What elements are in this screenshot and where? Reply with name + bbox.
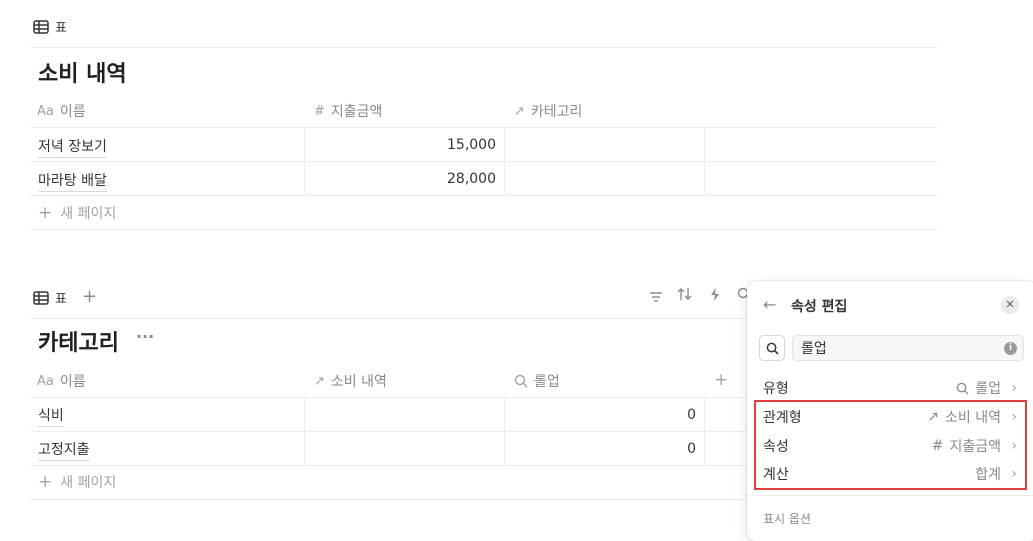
more-options-icon[interactable]: ···	[136, 327, 154, 346]
table-row-name[interactable]: 저녁 장보기	[38, 136, 107, 158]
table-cell-amount[interactable]: 28,000	[306, 171, 496, 187]
column-header-expenses[interactable]: ↗ 소비 내역	[314, 371, 387, 391]
divider	[30, 47, 937, 48]
display-options-heading: 표시 옵션	[763, 512, 811, 526]
relation-arrow-icon: ↗	[314, 373, 325, 389]
back-arrow-icon[interactable]: ←	[763, 295, 776, 314]
row-divider	[30, 127, 937, 128]
table-row-name[interactable]: 고정지출	[38, 439, 90, 461]
row-divider	[30, 229, 937, 230]
plus-icon: +	[38, 203, 53, 223]
panel-title: 속성 편집	[791, 299, 848, 315]
view-tab-label: 표	[55, 21, 67, 36]
new-page-button[interactable]: + 새 페이지	[38, 472, 116, 492]
view-tab-table-2[interactable]: 표	[33, 288, 67, 307]
divider	[747, 495, 1033, 496]
column-divider	[504, 127, 505, 195]
row-divider	[30, 195, 937, 196]
text-type-icon: Aa	[37, 103, 54, 119]
row-divider	[30, 465, 750, 466]
table-icon	[33, 290, 49, 305]
highlight-box	[754, 400, 1027, 490]
rollup-search-icon	[514, 374, 528, 388]
row-divider	[30, 397, 750, 398]
view-tab-table-1[interactable]: 표	[33, 17, 67, 36]
table-cell-amount[interactable]: 15,000	[306, 137, 496, 153]
table-cell-rollup[interactable]: 0	[506, 441, 696, 457]
column-header-name[interactable]: Aa 이름	[37, 101, 86, 121]
table-row-name[interactable]: 마라탕 배달	[38, 170, 107, 192]
property-type-value: 롤업	[975, 381, 1001, 397]
column-divider	[504, 397, 505, 465]
chevron-right-icon: ›	[1011, 380, 1017, 396]
filter-icon[interactable]	[649, 289, 663, 307]
text-type-icon: Aa	[37, 373, 54, 389]
table-icon	[33, 19, 49, 34]
lightning-icon[interactable]	[709, 287, 721, 306]
close-icon[interactable]: ✕	[1001, 296, 1019, 314]
add-property-plus-icon[interactable]: +	[714, 370, 728, 390]
new-page-button[interactable]: + 새 페이지	[38, 203, 116, 223]
sort-icon[interactable]	[677, 287, 693, 305]
column-header-rollup[interactable]: 롤업	[514, 371, 560, 391]
column-divider	[704, 127, 705, 195]
row-divider	[30, 431, 750, 432]
database-title[interactable]: 카테고리	[38, 325, 119, 357]
view-tab-label: 표	[55, 292, 67, 307]
property-type-button[interactable]	[759, 335, 785, 361]
property-row-type[interactable]: 유형 롤업 ›	[753, 374, 1025, 402]
divider	[30, 318, 750, 319]
table-row-name[interactable]: 식비	[38, 405, 64, 427]
relation-arrow-icon: ↗	[514, 103, 525, 119]
search-icon	[766, 342, 779, 355]
property-name-input[interactable]	[792, 335, 1024, 361]
database-title[interactable]: 소비 내역	[38, 56, 127, 88]
column-header-name[interactable]: Aa 이름	[37, 371, 86, 391]
search-icon	[956, 382, 969, 395]
column-header-category[interactable]: ↗ 카테고리	[514, 101, 582, 121]
info-icon[interactable]: i	[1004, 342, 1017, 355]
column-header-amount[interactable]: # 지출금액	[314, 101, 382, 121]
plus-icon: +	[38, 472, 53, 492]
row-divider	[30, 161, 937, 162]
column-divider	[304, 397, 305, 465]
add-view-plus-icon[interactable]: +	[82, 286, 97, 307]
table-cell-rollup[interactable]: 0	[506, 407, 696, 423]
row-divider	[30, 499, 750, 500]
column-divider	[704, 397, 705, 465]
column-divider	[304, 127, 305, 195]
number-type-icon: #	[314, 103, 325, 119]
